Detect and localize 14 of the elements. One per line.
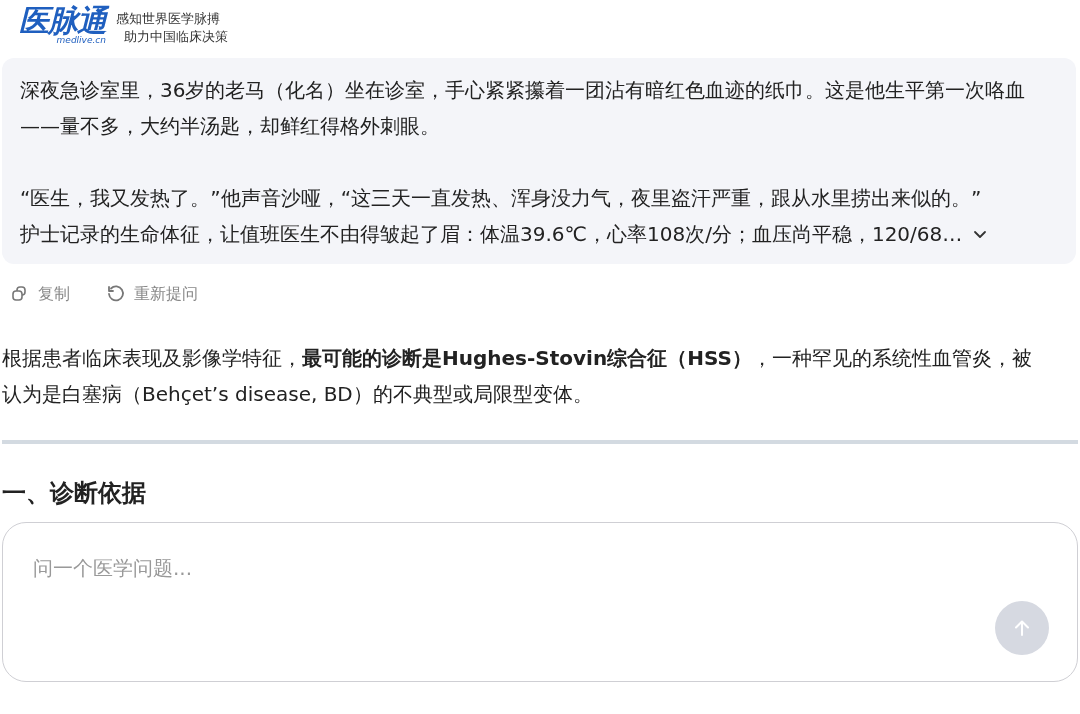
question-paragraph: 深夜急诊室里，36岁的老马（化名）坐在诊室，手心紧紧攥着一团沾有暗红色血迹的纸巾。这是他生平第一次咯血——量不多，大约半汤匙，却鲜红得格外刺眼。 xyxy=(20,77,1027,140)
action-button[interactable]: 重新提问 xyxy=(106,282,198,306)
up-arrow-icon xyxy=(1012,618,1032,638)
slogan-line: 感知世界医学脉搏 xyxy=(116,10,221,28)
question-paragraph: “医生，我又发热了。”他声音沙哑，“这三天一直发热、浑身没力气，夜里盗汗严重，跟从水里捞出来似的。” xyxy=(20,185,983,212)
question-paragraph: 护士记录的生命体征，让值班医生不由得皱起了眉：体温39.6℃，心率108次/分；血压尚平稳，120/68… xyxy=(20,221,963,248)
section-heading: 一、诊断依据 xyxy=(2,478,147,508)
action-button[interactable]: 复制 xyxy=(10,282,70,306)
composer-field[interactable]: 问一个医学问题... xyxy=(2,522,1078,682)
logo-domain: medlive.cn xyxy=(56,35,106,45)
slogan-line: 助力中国临床决策 xyxy=(123,28,228,46)
answer-paragraph: 根据患者临床表现及影像学特征，最可能的诊断是Hughes-Stovin综合征（HSS），一种罕见的系统性血管炎，被认为是白塞病（Behçet’s disease, BD）的不典型或局限型变体。 xyxy=(2,345,1033,408)
question-input-field[interactable]: 问一个医学问题... xyxy=(31,553,935,617)
refresh-icon xyxy=(106,284,126,304)
